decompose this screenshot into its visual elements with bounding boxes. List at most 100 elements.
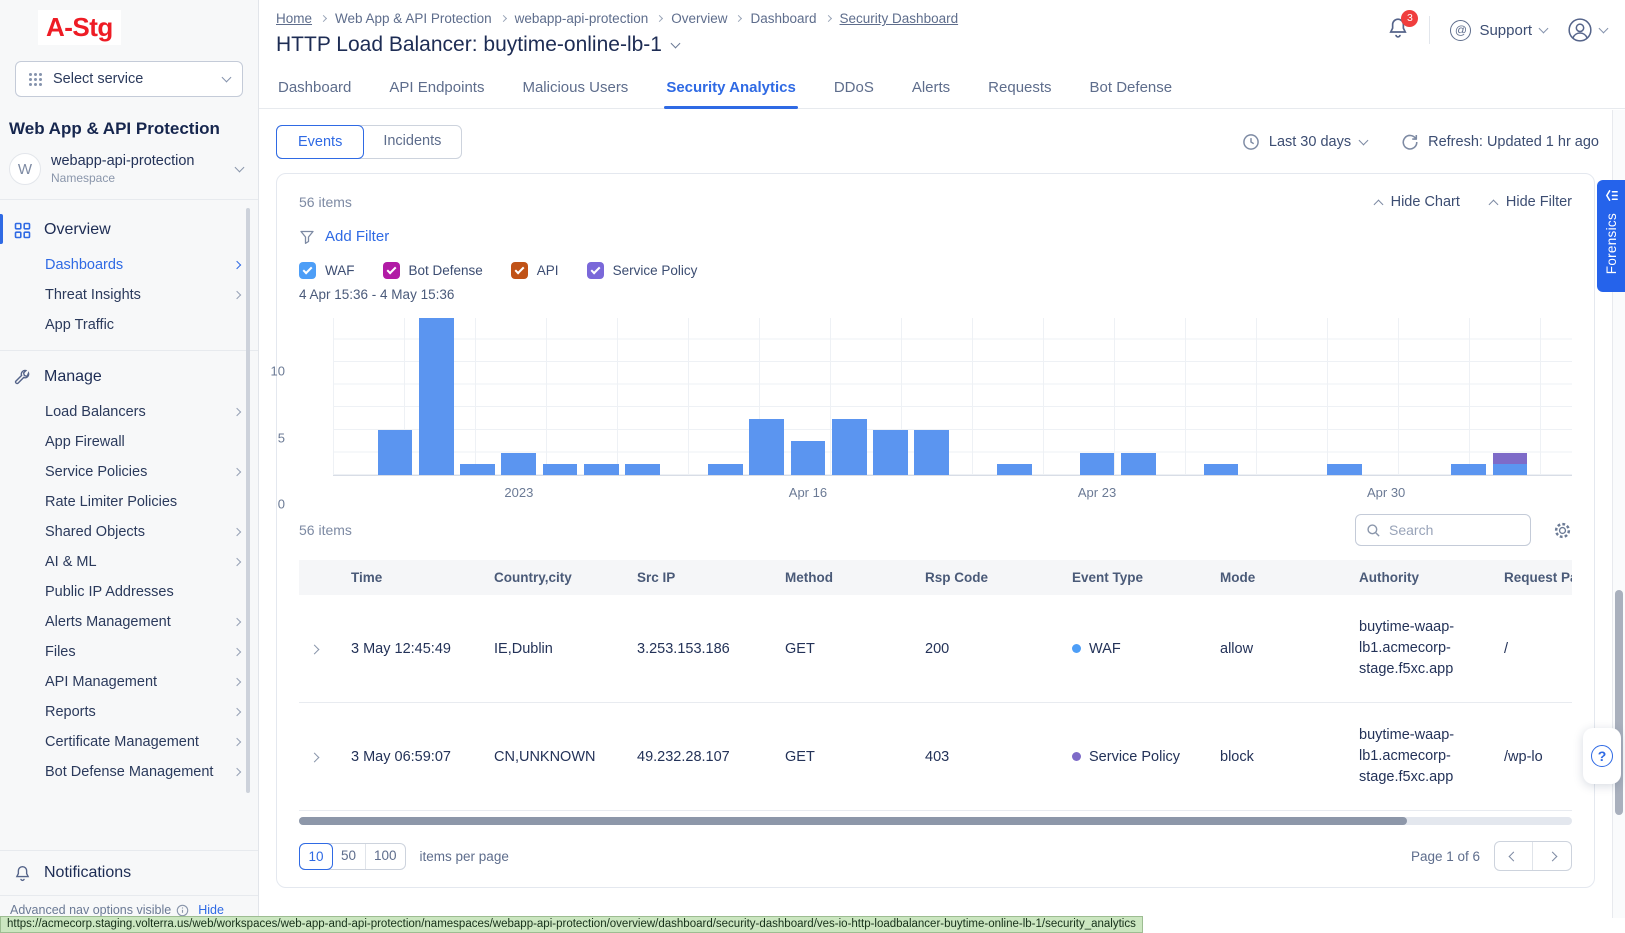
col-time[interactable]: Time	[339, 560, 482, 595]
filter-checkbox-api[interactable]: API	[511, 262, 559, 279]
table-settings-gear-icon[interactable]	[1553, 521, 1572, 540]
hide-filter-button[interactable]: Hide Filter	[1490, 194, 1572, 210]
namespace-selector[interactable]: W webapp-api-protection Namespace	[0, 143, 258, 199]
sidebar-item-bot-defense-management[interactable]: Bot Defense Management	[0, 757, 258, 787]
sidebar-item-public-ip-addresses[interactable]: Public IP Addresses	[0, 577, 258, 607]
chart-bar-11-apr[interactable]	[581, 318, 622, 475]
chart-bar-24-apr[interactable]	[1118, 318, 1159, 475]
tab-dashboard[interactable]: Dashboard	[276, 73, 353, 108]
tab-security-analytics[interactable]: Security Analytics	[664, 73, 798, 108]
chart-bar-27-apr[interactable]	[1242, 318, 1283, 475]
col-src-ip[interactable]: Src IP	[625, 560, 773, 595]
hide-chart-button[interactable]: Hide Chart	[1375, 194, 1460, 210]
chart-bar-1-may[interactable]	[1407, 318, 1448, 475]
filter-checkbox-bot-defense[interactable]: Bot Defense	[383, 262, 483, 279]
sidebar-item-rate-limiter-policies[interactable]: Rate Limiter Policies	[0, 487, 258, 517]
chart-bar-12-apr[interactable]	[622, 318, 663, 475]
page-size-100[interactable]: 100	[366, 844, 405, 869]
add-filter-button[interactable]: Add Filter	[299, 228, 1572, 245]
breadcrumb-dashboard[interactable]: Dashboard	[750, 11, 816, 26]
chart-bar-8-apr[interactable]	[457, 318, 498, 475]
forensics-panel-tab[interactable]: Forensics	[1597, 180, 1625, 292]
col-mode[interactable]: Mode	[1208, 560, 1347, 595]
info-icon[interactable]	[176, 904, 189, 917]
chart-bar-2-may[interactable]	[1448, 318, 1489, 475]
breadcrumb-overview[interactable]: Overview	[671, 11, 727, 26]
sidebar-item-dashboards[interactable]: Dashboards	[0, 250, 258, 280]
chart-bar-14-apr[interactable]	[705, 318, 746, 475]
next-page-button[interactable]	[1533, 842, 1571, 870]
chart-bar-16-apr[interactable]	[787, 318, 828, 475]
sidebar-section-overview[interactable]: Overview	[0, 210, 258, 250]
tab-alerts[interactable]: Alerts	[910, 73, 952, 108]
breadcrumb-namespace[interactable]: webapp-api-protection	[515, 11, 649, 26]
chart-bar-3-may[interactable]	[1489, 318, 1530, 475]
chart-bar-6-apr[interactable]	[374, 318, 415, 475]
chart-bar-15-apr[interactable]	[746, 318, 787, 475]
advanced-nav-hide-link[interactable]: Hide	[198, 903, 224, 917]
chart-bar-19-apr[interactable]	[911, 318, 952, 475]
chart-bar-4-may[interactable]	[1531, 318, 1572, 475]
breadcrumb-home[interactable]: Home	[276, 11, 312, 26]
events-toggle-button[interactable]: Events	[276, 125, 364, 159]
tab-ddos[interactable]: DDoS	[832, 73, 876, 108]
chart-bar-22-apr[interactable]	[1035, 318, 1076, 475]
col-method[interactable]: Method	[773, 560, 913, 595]
chart-bar-17-apr[interactable]	[829, 318, 870, 475]
chart-bar-25-apr[interactable]	[1159, 318, 1200, 475]
tab-api-endpoints[interactable]: API Endpoints	[387, 73, 486, 108]
support-menu[interactable]: @ Support	[1450, 20, 1547, 41]
tab-bot-defense[interactable]: Bot Defense	[1088, 73, 1175, 108]
sidebar-section-manage[interactable]: Manage	[0, 357, 258, 397]
col-event-type[interactable]: Event Type	[1060, 560, 1208, 595]
filter-checkbox-waf[interactable]: WAF	[299, 262, 355, 279]
chart-bar-7-apr[interactable]	[416, 318, 457, 475]
help-button[interactable]: ?	[1583, 728, 1621, 784]
incidents-toggle-button[interactable]: Incidents	[363, 126, 461, 158]
page-size-50[interactable]: 50	[332, 844, 366, 869]
chart-bar-26-apr[interactable]	[1200, 318, 1241, 475]
page-size-10[interactable]: 10	[299, 843, 333, 870]
filter-checkbox-service-policy[interactable]: Service Policy	[587, 262, 698, 279]
chart-bar-5-apr[interactable]	[333, 318, 374, 475]
breadcrumb-waap[interactable]: Web App & API Protection	[335, 11, 492, 26]
sidebar-item-shared-objects[interactable]: Shared Objects	[0, 517, 258, 547]
refresh-button[interactable]: Refresh: Updated 1 hr ago	[1401, 133, 1599, 151]
select-service-dropdown[interactable]: Select service	[15, 61, 243, 97]
sidebar-section-notifications[interactable]: Notifications	[0, 851, 258, 895]
breadcrumb-security-dashboard[interactable]: Security Dashboard	[840, 11, 959, 26]
sidebar-item-threat-insights[interactable]: Threat Insights	[0, 280, 258, 310]
chart-bar-18-apr[interactable]	[870, 318, 911, 475]
chart-bar-23-apr[interactable]	[1076, 318, 1117, 475]
chart-bar-10-apr[interactable]	[539, 318, 580, 475]
chart-bar-9-apr[interactable]	[498, 318, 539, 475]
col-request-path[interactable]: Request Pa	[1492, 560, 1572, 595]
chart-bar-13-apr[interactable]	[663, 318, 704, 475]
sidebar-item-app-traffic[interactable]: App Traffic	[0, 310, 258, 340]
chart-bar-29-apr[interactable]	[1324, 318, 1365, 475]
tab-requests[interactable]: Requests	[986, 73, 1053, 108]
scrollbar-thumb[interactable]	[299, 817, 1407, 825]
account-menu[interactable]	[1567, 17, 1607, 43]
chart-bar-20-apr[interactable]	[952, 318, 993, 475]
chevron-down-icon[interactable]	[671, 39, 681, 49]
chart-bar-28-apr[interactable]	[1283, 318, 1324, 475]
sidebar-item-ai-ml[interactable]: AI & ML	[0, 547, 258, 577]
table-horizontal-scrollbar[interactable]	[299, 817, 1572, 825]
expand-row-icon[interactable]	[310, 644, 320, 654]
sidebar-item-load-balancers[interactable]: Load Balancers	[0, 397, 258, 427]
sidebar-item-api-management[interactable]: API Management	[0, 667, 258, 697]
prev-page-button[interactable]	[1495, 842, 1533, 870]
col-country-city[interactable]: Country,city	[482, 560, 625, 595]
col-rsp-code[interactable]: Rsp Code	[913, 560, 1060, 595]
tab-malicious-users[interactable]: Malicious Users	[520, 73, 630, 108]
sidebar-item-service-policies[interactable]: Service Policies	[0, 457, 258, 487]
time-range-dropdown[interactable]: Last 30 days	[1242, 133, 1367, 151]
sidebar-item-certificate-management[interactable]: Certificate Management	[0, 727, 258, 757]
chart-bar-30-apr[interactable]	[1365, 318, 1406, 475]
chart-bar-21-apr[interactable]	[994, 318, 1035, 475]
expand-row-icon[interactable]	[310, 752, 320, 762]
notifications-bell-button[interactable]: 3	[1387, 17, 1409, 44]
sidebar-item-files[interactable]: Files	[0, 637, 258, 667]
col-authority[interactable]: Authority	[1347, 560, 1492, 595]
